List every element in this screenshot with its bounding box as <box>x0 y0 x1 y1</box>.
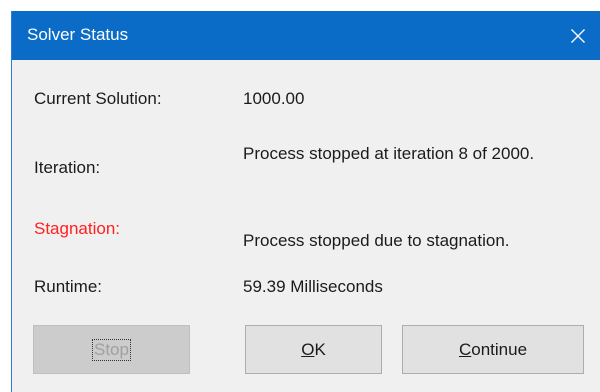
ok-mnemonic: O <box>301 339 315 359</box>
iteration-label: Iteration: <box>34 158 101 177</box>
ok-button-label: OK <box>301 340 326 360</box>
iteration-value: Process stopped at iteration 8 of 2000. <box>243 144 535 163</box>
solver-status-dialog: Solver Status Current Solution: 1000.00 … <box>11 11 600 392</box>
stop-button-label: Stop <box>92 338 131 361</box>
ok-rest: K <box>314 339 326 359</box>
title-bar: Solver Status <box>12 11 600 60</box>
current-solution-label: Current Solution: <box>34 89 162 108</box>
close-button[interactable] <box>555 11 600 60</box>
continue-mnemonic: C <box>458 339 472 359</box>
runtime-value: 59.39 Milliseconds <box>243 277 383 296</box>
continue-button[interactable]: Continue <box>402 325 584 374</box>
runtime-label: Runtime: <box>34 277 103 296</box>
ok-button[interactable]: OK <box>245 325 382 374</box>
stop-button[interactable]: Stop <box>33 325 190 374</box>
stagnation-label: Stagnation: <box>34 219 121 238</box>
stagnation-value: Process stopped due to stagnation. <box>243 231 510 250</box>
window-title: Solver Status <box>27 25 129 44</box>
continue-button-label: Continue <box>459 340 527 360</box>
continue-rest: ontinue <box>471 339 528 359</box>
current-solution-value: 1000.00 <box>243 89 305 108</box>
close-icon <box>571 28 585 43</box>
